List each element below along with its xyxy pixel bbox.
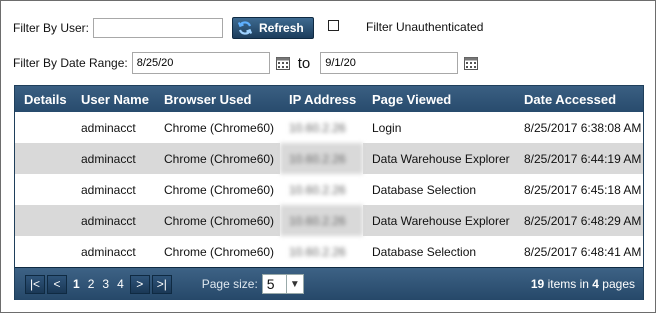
- cell-browser: Chrome (Chrome60): [155, 205, 280, 236]
- next-page-button[interactable]: >: [129, 274, 150, 294]
- page-size-value: 5: [266, 276, 275, 292]
- cell-ip-address: 10.60.2.26: [289, 120, 346, 135]
- page-count: 4: [592, 277, 599, 291]
- page-link-3[interactable]: 3: [102, 277, 109, 291]
- pager: |< < 1 2 3 4 > >| Page size: 5 ▼ 19 item…: [15, 267, 643, 300]
- calendar-to-icon[interactable]: [464, 56, 479, 70]
- cell-details: [15, 143, 72, 174]
- cell-date-accessed: 8/25/2017 6:45:18 AM: [524, 182, 642, 197]
- filter-date-label: Filter By Date Range:: [13, 56, 128, 70]
- page-link-1[interactable]: 1: [73, 277, 80, 291]
- page-link-4[interactable]: 4: [117, 277, 124, 291]
- table-row[interactable]: adminacct Chrome (Chrome60) 10.60.2.26 D…: [15, 236, 643, 267]
- cell-user-name: adminacct: [81, 182, 136, 197]
- column-header-user-name[interactable]: User Name: [72, 86, 155, 112]
- access-log-table: Details User Name Browser Used IP Addres…: [15, 86, 643, 267]
- cell-browser: Chrome (Chrome60): [164, 244, 275, 259]
- column-header-ip-address[interactable]: IP Address: [280, 86, 363, 112]
- user-filter-row: Filter By User: Refresh Filter Unauthent…: [13, 17, 483, 39]
- page-size-label: Page size:: [201, 277, 258, 291]
- cell-page-viewed: Data Warehouse Explorer: [363, 205, 515, 236]
- cell-details: [15, 112, 72, 143]
- filter-unauthenticated-label: Filter Unauthenticated: [366, 20, 484, 34]
- cell-details: [15, 205, 72, 236]
- cell-ip-address: 10.60.2.26: [280, 205, 363, 236]
- cell-date-accessed: 8/25/2017 6:44:19 AM: [515, 143, 643, 174]
- first-page-button[interactable]: |<: [25, 274, 45, 294]
- calendar-from-icon[interactable]: [275, 56, 290, 70]
- page-link-2[interactable]: 2: [88, 277, 95, 291]
- cell-details: [15, 174, 72, 205]
- cell-user-name: adminacct: [72, 143, 155, 174]
- audit-panel: Filter By User: Refresh Filter Unauthent…: [0, 0, 656, 313]
- cell-browser: Chrome (Chrome60): [164, 120, 275, 135]
- column-header-date-accessed[interactable]: Date Accessed: [515, 86, 643, 112]
- date-to-label: to: [297, 54, 311, 72]
- cell-date-accessed: 8/25/2017 6:48:41 AM: [524, 244, 642, 259]
- chevron-down-icon[interactable]: ▼: [285, 275, 303, 293]
- cell-date-accessed: 8/25/2017 6:48:29 AM: [515, 205, 643, 236]
- date-from-input[interactable]: [131, 52, 270, 74]
- cell-details: [15, 236, 72, 267]
- cell-browser: Chrome (Chrome60): [164, 182, 275, 197]
- cell-page-viewed: Login: [372, 120, 402, 135]
- date-filter-row: Filter By Date Range: to: [13, 52, 479, 74]
- table-header-row: Details User Name Browser Used IP Addres…: [15, 86, 643, 112]
- cell-ip-address: 10.60.2.26: [280, 143, 363, 174]
- item-count: 19: [530, 277, 545, 291]
- cell-page-viewed: Database Selection: [372, 244, 477, 259]
- column-header-page-viewed[interactable]: Page Viewed: [363, 86, 515, 112]
- cell-user-name: adminacct: [72, 205, 155, 236]
- refresh-label: Refresh: [259, 21, 304, 35]
- cell-date-accessed: 8/25/2017 6:38:08 AM: [524, 120, 642, 135]
- cell-user-name: adminacct: [81, 120, 136, 135]
- column-header-browser-used[interactable]: Browser Used: [155, 86, 280, 112]
- cell-ip-address: 10.60.2.26: [289, 182, 346, 197]
- cell-user-name: adminacct: [81, 244, 136, 259]
- page-size-select[interactable]: 5 ▼: [261, 274, 304, 294]
- access-log-grid: Details User Name Browser Used IP Addres…: [14, 85, 644, 300]
- table-row[interactable]: adminacct Chrome (Chrome60) 10.60.2.26 D…: [15, 205, 643, 236]
- date-to-input[interactable]: [320, 52, 459, 74]
- pager-info: 19 items in 4 pages: [531, 277, 635, 291]
- table-row[interactable]: adminacct Chrome (Chrome60) 10.60.2.26 L…: [15, 112, 643, 143]
- refresh-button[interactable]: Refresh: [232, 17, 315, 39]
- filter-user-label: Filter By User:: [13, 21, 90, 35]
- items-in-text: items in: [547, 277, 589, 291]
- table-row[interactable]: adminacct Chrome (Chrome60) 10.60.2.26 D…: [15, 143, 643, 174]
- cell-page-viewed: Database Selection: [372, 182, 477, 197]
- pages-text: pages: [602, 277, 635, 291]
- cell-ip-address: 10.60.2.26: [289, 244, 346, 259]
- cell-browser: Chrome (Chrome60): [155, 143, 280, 174]
- prev-page-button[interactable]: <: [47, 274, 67, 294]
- table-row[interactable]: adminacct Chrome (Chrome60) 10.60.2.26 D…: [15, 174, 643, 205]
- column-header-details[interactable]: Details: [15, 86, 72, 112]
- last-page-button[interactable]: >|: [151, 274, 172, 294]
- filter-user-input[interactable]: [93, 18, 224, 38]
- cell-page-viewed: Data Warehouse Explorer: [363, 143, 515, 174]
- refresh-icon: [237, 21, 253, 35]
- filter-unauthenticated-checkbox[interactable]: [328, 19, 340, 31]
